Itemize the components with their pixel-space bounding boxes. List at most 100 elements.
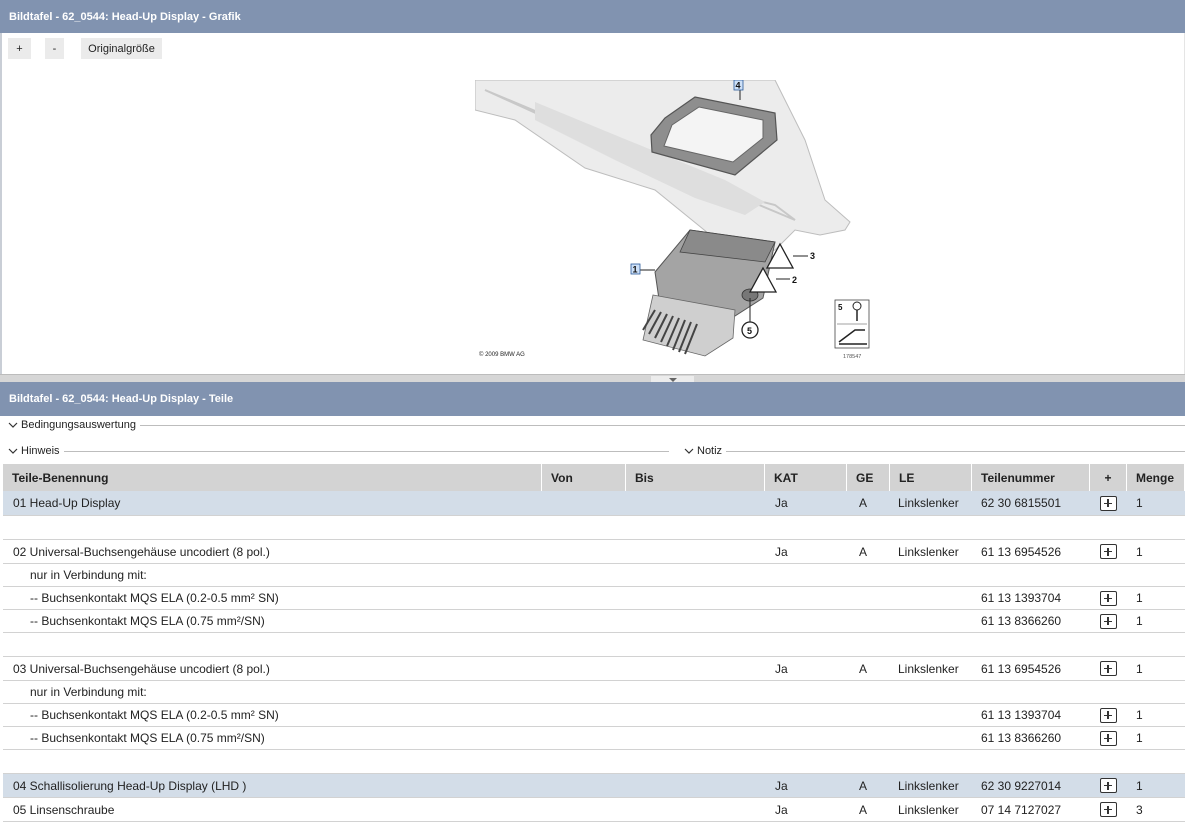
- add-to-cart-icon[interactable]: [1100, 590, 1117, 606]
- cell-menge: 1: [1136, 708, 1143, 722]
- cell-add: [1090, 633, 1127, 656]
- cell-teilenummer: 61 13 8366260: [981, 731, 1062, 745]
- cell-add: [1090, 491, 1127, 515]
- table-row[interactable]: 04 Schallisolierung Head-Up Display (LHD…: [3, 774, 1185, 798]
- table-spacer-row: [3, 750, 1185, 774]
- original-size-button[interactable]: Originalgröße: [81, 38, 162, 59]
- add-to-cart-icon[interactable]: [1100, 778, 1117, 793]
- add-to-cart-icon[interactable]: [1100, 613, 1117, 629]
- table-row[interactable]: nur in Verbindung mit:: [3, 681, 1185, 704]
- cell-ge: [847, 587, 890, 609]
- cell-teilenummer: 61 13 6954526: [981, 661, 1062, 676]
- cell-teilenummer: 61 13 6954526: [981, 544, 1062, 559]
- cell-menge: [1127, 681, 1185, 703]
- cell-von: [542, 750, 626, 773]
- col-teilenummer[interactable]: Teilenummer: [972, 464, 1090, 491]
- cell-teilenummer: [972, 633, 1090, 656]
- cell-teile-benennung: 01 Head-Up Display: [13, 496, 121, 510]
- cell-ge: [847, 610, 890, 632]
- zoom-out-button[interactable]: -: [45, 38, 64, 59]
- table-row[interactable]: -- Buchsenkontakt MQS ELA (0.75 mm²/SN) 6…: [3, 727, 1185, 750]
- notiz-label: Notiz: [697, 445, 723, 457]
- table-row[interactable]: 03 Universal-Buchsengehäuse uncodiert (8…: [3, 657, 1185, 681]
- table-row[interactable]: 02 Universal-Buchsengehäuse uncodiert (8…: [3, 540, 1185, 564]
- add-to-cart-icon[interactable]: [1100, 544, 1117, 559]
- table-row[interactable]: -- Buchsenkontakt MQS ELA (0.2-0.5 mm² S…: [3, 704, 1185, 727]
- cell-teilenummer: 07 14 7127027: [981, 802, 1062, 817]
- col-bis[interactable]: Bis: [626, 464, 765, 491]
- notiz-toggle[interactable]: Notiz: [683, 444, 1185, 458]
- col-le[interactable]: LE: [890, 464, 972, 491]
- table-row[interactable]: 01 Head-Up Display Ja A Linkslenker 62 30 68…: [3, 491, 1185, 516]
- cell-add: [1090, 750, 1127, 773]
- cell-le: [890, 610, 972, 632]
- cell-kat: Ja: [775, 544, 788, 559]
- col-teile-benennung[interactable]: Teile-Benennung: [3, 464, 542, 491]
- cell-le: [890, 564, 972, 586]
- cell-le: [890, 587, 972, 609]
- col-add[interactable]: +: [1090, 464, 1127, 491]
- table-spacer-row: [3, 633, 1185, 657]
- add-to-cart-icon[interactable]: [1100, 730, 1117, 746]
- image-number: 178547: [843, 354, 861, 360]
- cell-menge: 1: [1136, 544, 1143, 559]
- callout-1: 1: [633, 265, 638, 275]
- add-to-cart-icon[interactable]: [1100, 495, 1117, 511]
- cell-teilenummer: [972, 750, 1090, 773]
- cell-add: [1090, 657, 1127, 680]
- section-divider: [139, 424, 1185, 426]
- cell-teilenummer: 61 13 1393704: [981, 708, 1062, 722]
- cell-von: [542, 540, 626, 563]
- cell-ge: [847, 633, 890, 656]
- table-row[interactable]: 05 Linsenschraube Ja A Linkslenker 07 14 712…: [3, 798, 1185, 822]
- cell-menge: 3: [1136, 802, 1143, 817]
- cell-von: [542, 587, 626, 609]
- cell-menge: [1127, 750, 1185, 773]
- cell-add: [1090, 516, 1127, 539]
- cell-bis: [626, 774, 765, 797]
- table-row[interactable]: nur in Verbindung mit:: [3, 564, 1185, 587]
- table-row[interactable]: -- Buchsenkontakt MQS ELA (0.2-0.5 mm² S…: [3, 587, 1185, 610]
- cell-teilenummer: 62 30 9227014: [981, 778, 1062, 793]
- cell-ge: A: [859, 778, 868, 793]
- triangle-down-icon: [668, 377, 677, 382]
- cell-von: [542, 491, 626, 515]
- zoom-in-button[interactable]: +: [8, 38, 31, 59]
- col-menge[interactable]: Menge: [1127, 464, 1185, 491]
- col-kat[interactable]: KAT: [765, 464, 847, 491]
- cell-kat: [765, 633, 847, 656]
- cell-add: [1090, 727, 1127, 749]
- cell-menge: 1: [1136, 661, 1143, 676]
- cell-ge: A: [859, 802, 868, 817]
- col-von[interactable]: Von: [542, 464, 626, 491]
- cell-kat: [765, 750, 847, 773]
- col-ge[interactable]: GE: [847, 464, 890, 491]
- hud-unit-part: [642, 229, 776, 357]
- callout-2: 2: [792, 275, 797, 285]
- cell-teilenummer: 62 30 6815501: [981, 496, 1062, 510]
- cell-teile-benennung: -- Buchsenkontakt MQS ELA (0.75 mm²/SN): [30, 614, 265, 628]
- cell-von: [542, 633, 626, 656]
- cell-kat: Ja: [775, 778, 788, 793]
- cell-add: [1090, 610, 1127, 632]
- cell-von: [542, 564, 626, 586]
- cell-teile-benennung: -- Buchsenkontakt MQS ELA (0.2-0.5 mm² S…: [30, 591, 279, 605]
- parts-illustration[interactable]: 4 1 3 2 5 5 © 2009 BMW AG 178547: [475, 80, 875, 362]
- add-to-cart-icon[interactable]: [1100, 707, 1117, 723]
- bedingungsauswertung-toggle[interactable]: Bedingungsauswertung: [7, 418, 1185, 432]
- cell-menge: 1: [1136, 614, 1143, 628]
- cell-kat: [765, 681, 847, 703]
- add-to-cart-icon[interactable]: [1100, 802, 1117, 817]
- add-to-cart-icon[interactable]: [1100, 661, 1117, 676]
- cell-teile-benennung: nur in Verbindung mit:: [30, 685, 147, 699]
- cell-le: Linkslenker: [898, 544, 959, 559]
- cell-teilenummer: [972, 516, 1090, 539]
- section-divider: [726, 450, 1185, 452]
- callout-3: 3: [810, 251, 815, 261]
- panel-splitter[interactable]: [0, 374, 1185, 383]
- cell-bis: [626, 798, 765, 821]
- hinweis-toggle[interactable]: Hinweis: [7, 444, 669, 458]
- cell-teile-benennung: 02 Universal-Buchsengehäuse uncodiert (8…: [13, 544, 270, 559]
- cell-ge: [847, 750, 890, 773]
- table-row[interactable]: -- Buchsenkontakt MQS ELA (0.75 mm²/SN) 6…: [3, 610, 1185, 633]
